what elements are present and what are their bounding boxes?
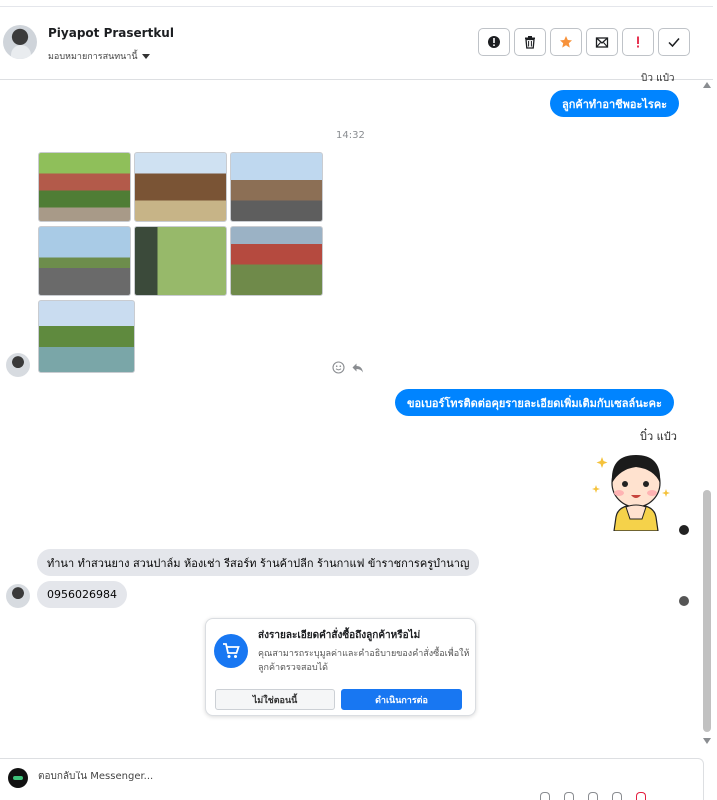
inbox-conversation: Piyapot Prasertkul มอบหมายการสนทนานี้ บิ… <box>0 0 717 800</box>
message-actions <box>332 361 364 374</box>
outgoing-message[interactable]: ขอเบอร์โทรติดต่อคุยรายละเอียดเพิ่มเติมกั… <box>395 389 674 416</box>
reply-input[interactable] <box>38 771 638 782</box>
composer-tools <box>540 792 646 800</box>
star-button[interactable] <box>550 28 582 56</box>
scroll-up-arrow-icon[interactable] <box>703 82 711 88</box>
report-spam-button[interactable] <box>478 28 510 56</box>
message-scrollbar[interactable] <box>702 80 712 750</box>
seen-indicator <box>679 596 689 606</box>
trash-icon <box>525 36 535 49</box>
photo-thumbnail[interactable] <box>134 226 227 296</box>
exclamation-icon <box>637 36 639 48</box>
assign-conversation-dropdown[interactable]: มอบหมายการสนทนานี้ <box>48 49 150 63</box>
image-icon[interactable] <box>588 792 598 800</box>
photo-thumbnail[interactable] <box>38 226 131 296</box>
sender-label-top: บิว แป๋ว <box>641 73 675 84</box>
mark-done-button[interactable] <box>658 28 690 56</box>
photo-thumbnail[interactable] <box>230 152 323 222</box>
scroll-down-arrow-icon[interactable] <box>703 738 711 744</box>
sender-label: บิ๋ว แป๋ว <box>640 430 677 443</box>
star-icon <box>560 36 572 48</box>
contact-avatar-small <box>6 584 30 608</box>
shopping-cart-icon <box>223 643 240 658</box>
photo-thumbnail[interactable] <box>230 226 323 296</box>
photo-thumbnail[interactable] <box>134 152 227 222</box>
mark-unread-icon <box>595 37 609 48</box>
contact-avatar-small <box>6 353 30 377</box>
gif-icon[interactable] <box>612 792 622 800</box>
mark-unread-button[interactable] <box>586 28 618 56</box>
check-icon <box>668 38 680 48</box>
like-icon[interactable] <box>636 792 646 800</box>
prompt-description: คุณสามารถระบุมูลค่าและคำอธิบายของคำสั่งซ… <box>258 649 470 673</box>
continue-button[interactable]: ดำเนินการต่อ <box>341 689 462 710</box>
contact-name[interactable]: Piyapot Prasertkul <box>48 26 174 40</box>
smiley-icon[interactable] <box>332 361 345 374</box>
incoming-message[interactable]: ทำนา ทำสวนยาง สวนปาล์ม ห้องเช่า รีสอร์ท … <box>37 549 480 576</box>
mark-important-button[interactable] <box>622 28 654 56</box>
page-avatar <box>8 768 28 788</box>
order-details-prompt: ส่งรายละเอียดคำสั่งซื้อถึงลูกค้าหรือไม่ … <box>205 618 476 716</box>
scroll-thumb[interactable] <box>703 490 711 732</box>
cart-badge <box>214 634 248 668</box>
delete-button[interactable] <box>514 28 546 56</box>
chevron-down-icon <box>141 53 150 59</box>
message-composer <box>0 758 704 800</box>
alert-circle-icon <box>488 36 500 48</box>
header-actions <box>478 28 690 56</box>
emoji-icon[interactable] <box>564 792 574 800</box>
message-timestamp: 14:32 <box>336 130 365 141</box>
not-now-button[interactable]: ไม่ใช่ตอนนี้ <box>215 689 335 710</box>
seen-indicator <box>679 525 689 535</box>
prompt-title: ส่งรายละเอียดคำสั่งซื้อถึงลูกค้าหรือไม่ <box>258 630 421 641</box>
reply-icon[interactable] <box>351 361 364 374</box>
cartoon-girl-sticker[interactable] <box>588 445 676 531</box>
conversation-header: Piyapot Prasertkul มอบหมายการสนทนานี้ <box>0 6 713 80</box>
incoming-message[interactable]: 0956026984 <box>37 581 127 608</box>
photo-thumbnail[interactable] <box>38 152 131 222</box>
photo-thumbnail[interactable] <box>38 300 135 373</box>
outgoing-message[interactable]: ลูกค้าทำอาชีพอะไรคะ <box>550 90 680 117</box>
contact-avatar[interactable] <box>3 25 37 59</box>
assign-label: มอบหมายการสนทนานี้ <box>48 52 138 62</box>
attachment-icon[interactable] <box>540 792 550 800</box>
